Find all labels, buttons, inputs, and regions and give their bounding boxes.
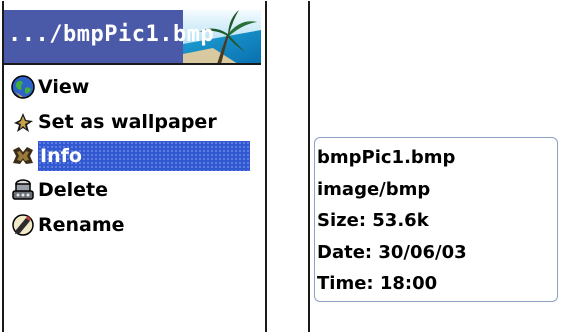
file-options-screen: .../bmpPic1.bmp View Set as wallpaper In…	[2, 1, 267, 332]
menu-label: Rename	[38, 214, 125, 236]
info-date: Date: 30/06/03	[317, 241, 467, 263]
menu-label: Delete	[38, 179, 109, 201]
pin-icon	[14, 113, 33, 132]
menu-item-view[interactable]: View	[10, 72, 256, 102]
file-info-screen: bmpPic1.bmp image/bmp Size: 53.6k Date: …	[308, 1, 563, 332]
screen-title: .../bmpPic1.bmp	[8, 22, 215, 47]
info-time: Time: 18:00	[317, 273, 438, 294]
info-popup: bmpPic1.bmp image/bmp Size: 53.6k Date: …	[314, 137, 558, 302]
menu-label: Set as wallpaper	[38, 111, 217, 133]
menu-item-info[interactable]: Info	[10, 141, 256, 171]
menu-label: View	[38, 76, 90, 98]
info-filename: bmpPic1.bmp	[317, 147, 456, 168]
delete-icon	[12, 179, 34, 200]
menu-label: Info	[38, 141, 250, 171]
info-icon	[13, 147, 33, 164]
info-mime-type: image/bmp	[317, 178, 431, 200]
title-divider	[4, 63, 261, 65]
menu-item-set-as-wallpaper[interactable]: Set as wallpaper	[10, 107, 256, 137]
rename-icon	[12, 214, 34, 236]
info-size: Size: 53.6k	[317, 210, 429, 231]
menu-item-rename[interactable]: Rename	[10, 210, 256, 240]
title-bar: .../bmpPic1.bmp	[4, 10, 261, 64]
globe-icon	[11, 75, 35, 99]
menu-item-delete[interactable]: Delete	[10, 175, 256, 205]
